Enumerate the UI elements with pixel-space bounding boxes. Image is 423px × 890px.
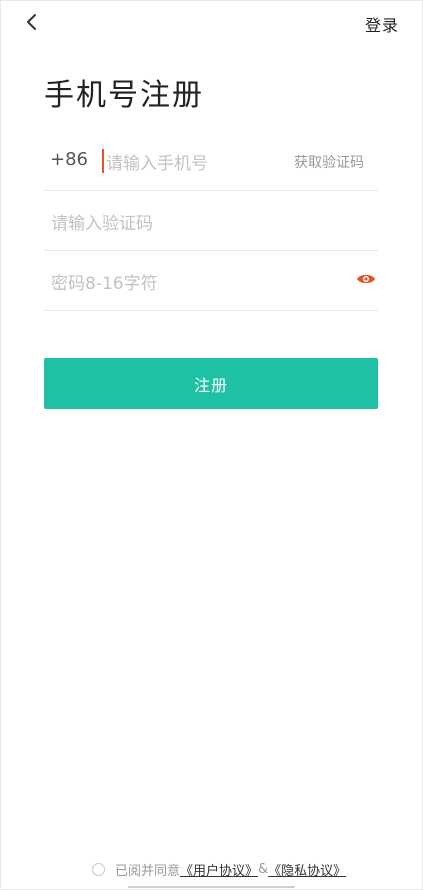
phone-field[interactable]: +86 请输入手机号 获取验证码 — [44, 130, 378, 191]
user-agreement-link[interactable]: 《用户协议》 — [180, 860, 258, 879]
text-caret — [102, 149, 104, 173]
eye-icon[interactable] — [356, 272, 376, 286]
page-title: 手机号注册 — [44, 78, 204, 113]
chevron-left-icon[interactable] — [22, 12, 42, 32]
password-field[interactable]: 密码8-16字符 — [44, 250, 378, 311]
agreement-separator: & — [258, 861, 269, 877]
code-input-placeholder[interactable]: 请输入验证码 — [51, 209, 153, 234]
agreement-radio[interactable] — [92, 862, 105, 876]
login-link[interactable]: 登录 — [365, 12, 399, 36]
register-button[interactable]: 注册 — [44, 358, 378, 409]
top-bar: 登录 — [0, 0, 423, 44]
phone-input-placeholder[interactable]: 请输入手机号 — [106, 149, 208, 174]
privacy-policy-link[interactable]: 《隐私协议》 — [268, 860, 346, 879]
agreement-prefix: 已阅并同意 — [115, 863, 181, 879]
home-indicator — [128, 886, 295, 888]
password-input-placeholder[interactable]: 密码8-16字符 — [51, 269, 158, 294]
agreement-row: 已阅并同意 《用户协议》 & 《隐私协议》 — [92, 858, 346, 880]
country-code[interactable]: +86 — [50, 149, 88, 170]
get-code-button[interactable]: 获取验证码 — [294, 152, 364, 172]
verification-code-field[interactable]: 请输入验证码 — [44, 190, 378, 251]
